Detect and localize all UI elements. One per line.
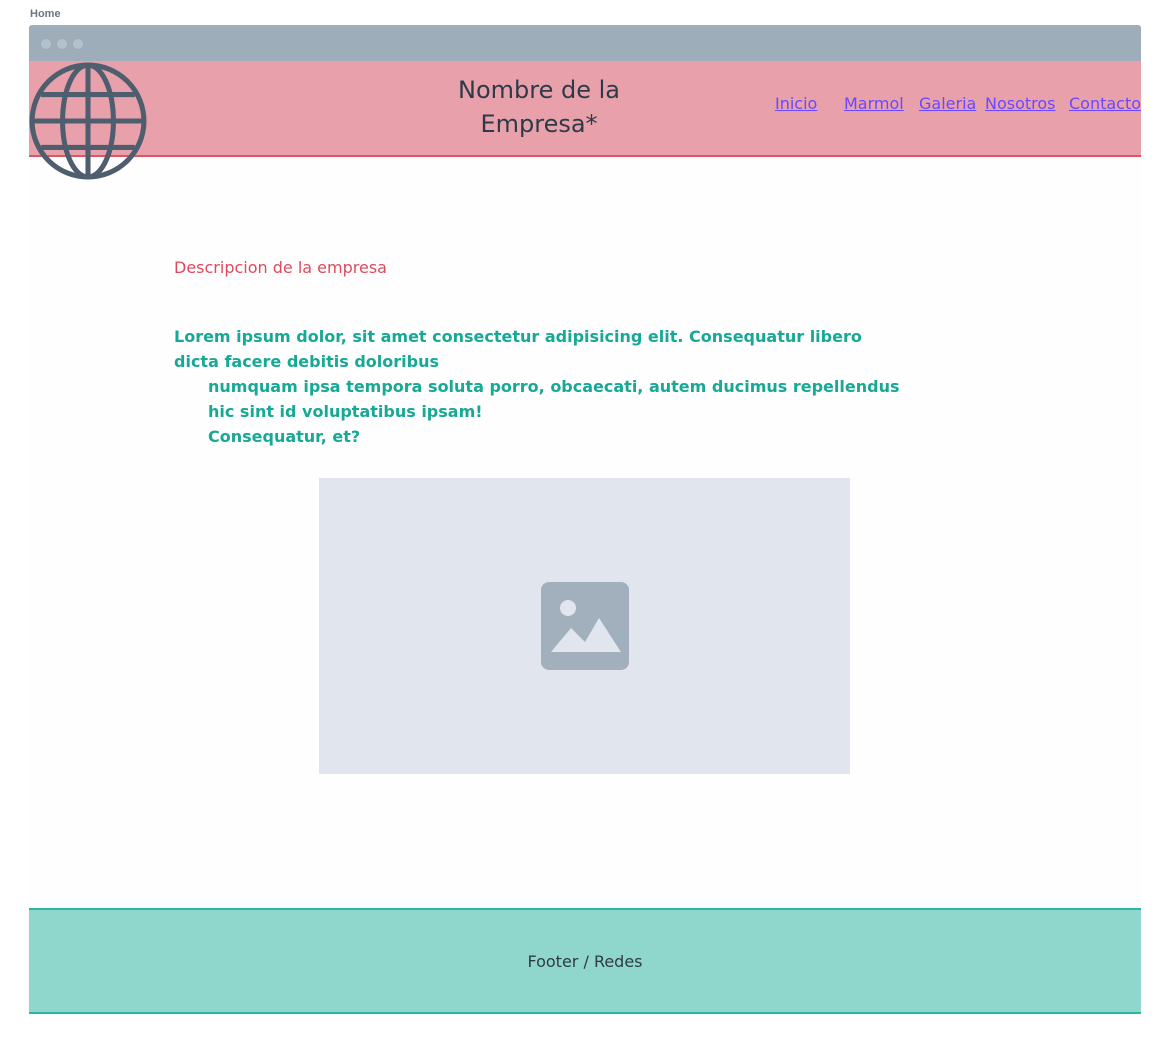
company-name: Nombre de la Empresa* <box>419 73 659 141</box>
description-body: Lorem ipsum dolor, sit amet consectetur … <box>174 324 904 449</box>
nav-link-nosotros[interactable]: Nosotros <box>985 94 1056 113</box>
browser-window: Nombre de la Empresa* Inicio Marmol Gale… <box>29 25 1141 1015</box>
footer-text: Footer / Redes <box>527 952 643 971</box>
window-dot-minimize[interactable] <box>57 39 67 49</box>
nav-link-marmol[interactable]: Marmol <box>844 94 904 113</box>
description-line-2: numquam ipsa tempora soluta porro, obcae… <box>208 377 900 421</box>
image-placeholder <box>319 478 850 774</box>
image-placeholder-icon <box>541 582 629 670</box>
nav-link-galeria[interactable]: Galeria <box>919 94 976 113</box>
window-dot-close[interactable] <box>41 39 51 49</box>
nav-link-contacto[interactable]: Contacto <box>1069 94 1141 113</box>
site-header: Nombre de la Empresa* Inicio Marmol Gale… <box>29 61 1141 157</box>
nav-link-inicio[interactable]: Inicio <box>775 94 817 113</box>
window-dot-maximize[interactable] <box>73 39 83 49</box>
description-line-1: Lorem ipsum dolor, sit amet consectetur … <box>174 327 862 371</box>
company-name-line2: Empresa* <box>480 110 598 138</box>
description-line-3: Consequatur, et? <box>208 427 361 446</box>
description-title: Descripcion de la empresa <box>174 258 387 277</box>
browser-titlebar <box>29 25 1141 61</box>
page-label: Home <box>30 8 61 20</box>
globe-icon[interactable] <box>27 60 149 182</box>
site-footer: Footer / Redes <box>29 908 1141 1014</box>
company-name-line1: Nombre de la <box>458 76 620 104</box>
